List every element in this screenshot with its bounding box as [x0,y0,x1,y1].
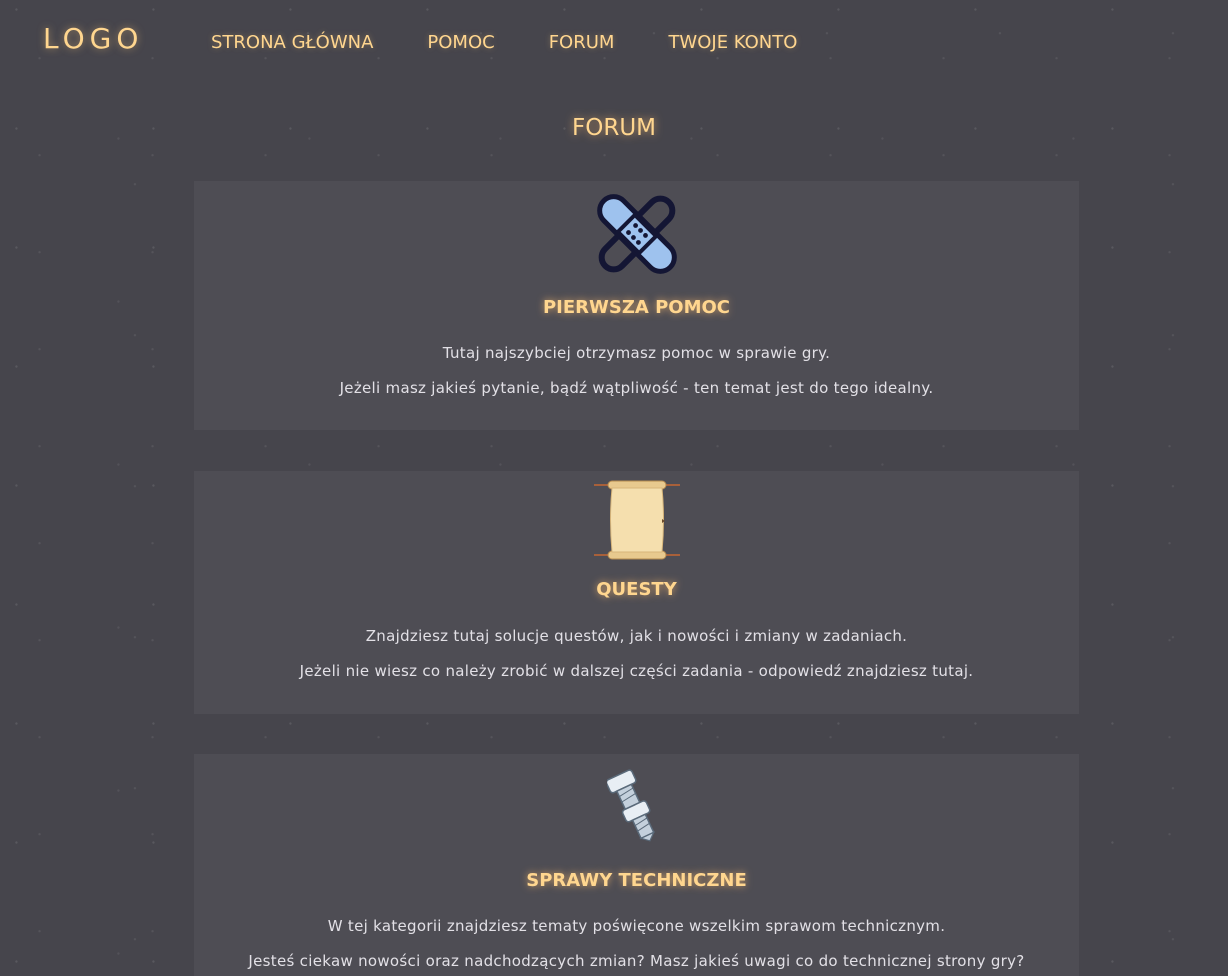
nav-item-help[interactable]: POMOC [427,32,494,53]
category-description-line: W tej kategorii znajdziesz tematy poświę… [327,917,946,935]
main-nav: STRONA GŁÓWNA POMOC FORUM TWOJE KONTO [211,32,851,53]
logo[interactable]: LOGO [43,22,143,55]
forum-category-first-aid[interactable]: PIERWSZA POMOC Tutaj najszybciej otrzyma… [194,181,1079,430]
category-title: SPRAWY TECHNICZNE [526,870,747,891]
category-description-line: Jeżeli nie wiesz co należy zrobić w dals… [299,662,974,680]
bandage-icon [592,189,682,279]
category-description-line: Jeżeli masz jakieś pytanie, bądź wątpliw… [339,379,934,397]
nav-item-account[interactable]: TWOJE KONTO [668,32,797,53]
nav-item-home[interactable]: STRONA GŁÓWNA [211,32,373,53]
category-title: PIERWSZA POMOC [542,297,731,318]
category-description-line: Jesteś ciekaw nowości oraz nadchodzących… [248,952,1025,970]
nav-item-forum[interactable]: FORUM [549,32,615,53]
page-title: FORUM [572,115,656,141]
category-title: QUESTY [596,579,677,600]
bolts-icon [605,768,667,844]
forum-category-quests[interactable]: QUESTY Znajdziesz tutaj solucje questów,… [194,471,1079,714]
forum-category-technical[interactable]: SPRAWY TECHNICZNE W tej kategorii znajdz… [194,754,1079,976]
category-description-line: Znajdziesz tutaj solucje questów, jak i … [365,627,908,645]
top-navigation-bar: LOGO STRONA GŁÓWNA POMOC FORUM TWOJE KON… [0,0,1228,86]
category-description-line: Tutaj najszybciej otrzymasz pomoc w spra… [442,344,831,362]
scroll-icon [592,479,682,563]
